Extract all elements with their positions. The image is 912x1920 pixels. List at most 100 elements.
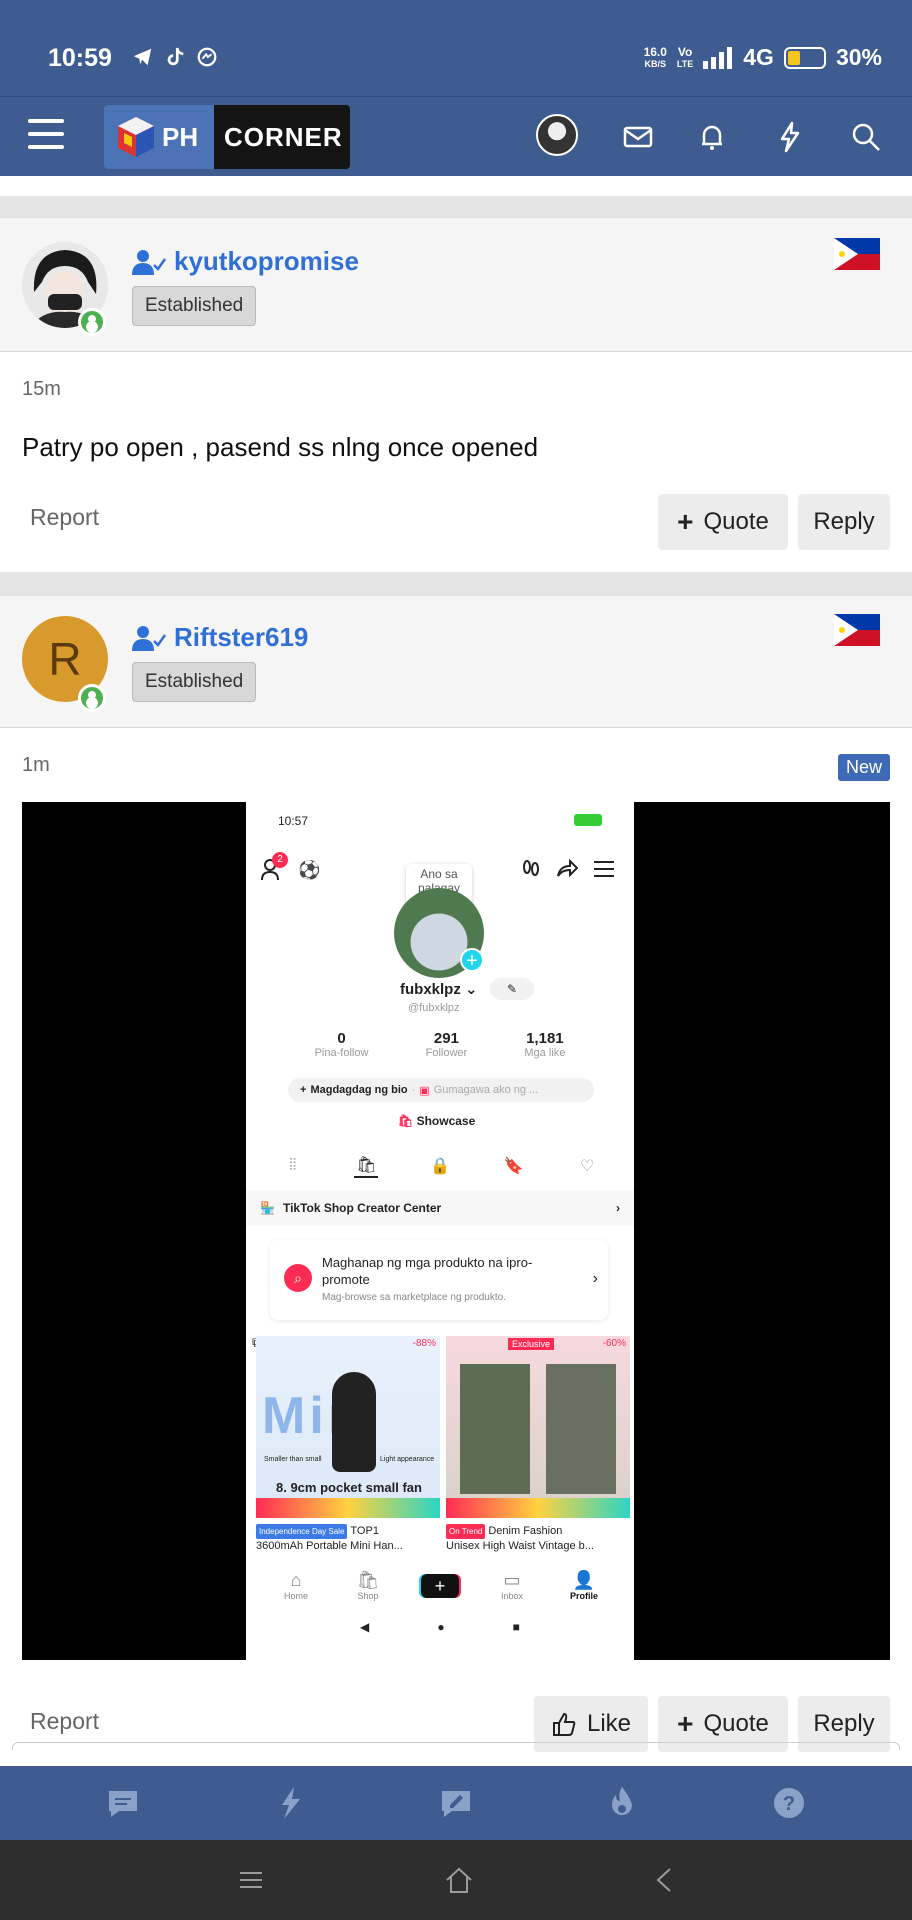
new-badge: New: [837, 754, 890, 781]
clock: 10:59: [48, 44, 112, 72]
notification-icons: [132, 46, 218, 68]
site-logo[interactable]: PH CORNER: [104, 105, 350, 169]
lock-tab-icon: 🔒: [430, 1158, 450, 1175]
nav-home: ⌂ Home: [283, 1570, 308, 1601]
jeans-image-left: [460, 1364, 530, 1494]
back-icon[interactable]: [654, 1866, 674, 1894]
logo-cube-icon: [118, 117, 154, 157]
post-timestamp[interactable]: 15m: [22, 378, 61, 401]
menu-icon[interactable]: [28, 119, 64, 151]
nav-create: +: [416, 1570, 464, 1602]
spacer: [0, 176, 912, 184]
battery-level: 30%: [835, 44, 882, 70]
chevron-right-icon: ›: [592, 1270, 598, 1287]
bell-icon[interactable]: [694, 119, 730, 155]
logo-text-right: CORNER: [214, 105, 350, 169]
showcase-link: 🛍 Showcase: [398, 1114, 476, 1128]
telegram-icon: [133, 48, 152, 66]
philippines-flag-icon: [834, 238, 880, 270]
post-separator: [0, 196, 912, 218]
menu-icon: [594, 861, 614, 877]
footprint-icon: [523, 860, 539, 876]
volte-indicator: Vo LTE: [676, 44, 694, 69]
reply-editor-edge: [12, 1742, 900, 1750]
report-link[interactable]: Report: [30, 504, 99, 531]
user-badge: Established: [132, 662, 257, 702]
profile-tabs: ⦙⦙ 🛍 🔒 🔖 ♡: [246, 1154, 634, 1178]
post-message: Patry po open , pasend ss nlng once open…: [22, 432, 539, 462]
attached-screenshot[interactable]: 10:57 2 ⚽ Ano sa palagay mo? + fubxklpz …: [22, 802, 890, 1660]
nav-inbox: ▭ Inbox: [500, 1570, 524, 1601]
post-header: R Riftster619 Established: [0, 596, 912, 728]
help-icon[interactable]: ?: [769, 1783, 809, 1823]
philippines-flag-icon: [834, 614, 880, 646]
nav-shop: 🛍 Shop: [356, 1570, 380, 1601]
grid-tab-icon: ⦙⦙: [289, 1157, 297, 1174]
app-header: PH CORNER: [0, 96, 912, 176]
creator-center-row: 🏪 TikTok Shop Creator Center ›: [246, 1190, 634, 1226]
soccer-ball-icon: ⚽: [298, 860, 321, 880]
product-card-2: -60% Exclusive: [446, 1336, 630, 1518]
add-story-icon: +: [460, 948, 484, 972]
network-speed: 16.0 KB/S: [643, 44, 667, 69]
product-caption-2: On Trend Denim Fashion Unisex High Waist …: [446, 1524, 594, 1552]
search-icon[interactable]: [848, 119, 884, 155]
plus-icon: +: [677, 1708, 694, 1739]
system-nav-bar: [0, 1840, 912, 1920]
chat-icon[interactable]: [103, 1783, 143, 1823]
shot-system-nav: ◀ ● ■: [246, 1620, 634, 1634]
signal-icon: [703, 46, 733, 69]
network-type: 4G: [743, 44, 774, 70]
fan-image: [332, 1372, 376, 1472]
mail-icon[interactable]: [620, 119, 656, 155]
back-icon: ◀: [360, 1620, 370, 1634]
promo-title: Maghanap ng mga produkto na ipro-promote: [322, 1255, 533, 1287]
bookmark-tab-icon: 🔖: [503, 1158, 524, 1175]
reply-button[interactable]: Reply: [798, 494, 890, 550]
promo-subtitle: Mag-browse sa marketplace ng produkto.: [322, 1292, 506, 1303]
report-link[interactable]: Report: [30, 1708, 99, 1735]
post-separator: [0, 572, 912, 596]
bio-chip: + Magdagdag ng bio · ▣ Gumagawa ako ng ...: [288, 1078, 594, 1102]
product-caption-1: Independence Day Sale TOP1 3600mAh Portab…: [256, 1524, 403, 1552]
nav-profile: 👤 Profile: [569, 1570, 598, 1601]
status-bar: 10:59 16.0 KB/S Vo LTE 4G 30%: [0, 0, 912, 96]
recents-icon: ■: [512, 1620, 520, 1634]
heart-tab-icon: ♡: [580, 1158, 595, 1175]
user-verified-icon: [132, 249, 166, 275]
online-indicator: [78, 308, 106, 336]
forum-bottom-bar: ?: [0, 1766, 912, 1840]
user-avatar[interactable]: [536, 114, 578, 156]
status-right: 16.0 KB/S Vo LTE 4G 30%: [644, 44, 882, 71]
shot-time: 10:57: [278, 814, 309, 828]
home-icon: ●: [437, 1620, 445, 1634]
profile-stats: 0 Pina-follow 291 Follower 1,181 Mga like: [246, 1030, 634, 1059]
stat-followers: 291 Follower: [425, 1030, 468, 1059]
search-icon: ⌕: [284, 1264, 312, 1292]
whats-new-icon[interactable]: [270, 1783, 310, 1823]
logo-text-left: PH: [162, 121, 199, 152]
shot-handle: @fubxklpz: [408, 1002, 460, 1014]
home-icon[interactable]: [444, 1866, 474, 1894]
compose-icon[interactable]: [436, 1783, 476, 1823]
username[interactable]: Riftster619: [132, 622, 308, 653]
plus-icon: +: [677, 506, 694, 537]
trending-icon[interactable]: [602, 1783, 642, 1823]
online-indicator: [78, 684, 106, 712]
shot-battery-icon: [574, 814, 602, 826]
svg-text:?: ?: [783, 1793, 795, 1815]
quote-button[interactable]: + Quote: [658, 494, 788, 550]
share-icon: [557, 858, 578, 878]
product-card-1: -88% Mini Smaller than small Light appea…: [256, 1336, 440, 1518]
shot-username: fubxklpz ⌄: [400, 981, 478, 998]
tiktok-bottom-nav: ⌂ Home 🛍 Shop + ▭ Inbox 👤 Profile: [246, 1570, 634, 1602]
notification-count: 2: [272, 852, 288, 868]
store-icon: 🏪: [260, 1201, 275, 1215]
battery-icon: [783, 46, 826, 69]
edit-icon: ✎: [490, 978, 534, 1000]
chevron-right-icon: ›: [616, 1201, 620, 1215]
post-timestamp[interactable]: 1m: [22, 754, 50, 777]
lightning-icon[interactable]: [772, 119, 808, 155]
recents-icon[interactable]: [238, 1870, 264, 1890]
username[interactable]: kyutkopromise: [132, 246, 359, 277]
